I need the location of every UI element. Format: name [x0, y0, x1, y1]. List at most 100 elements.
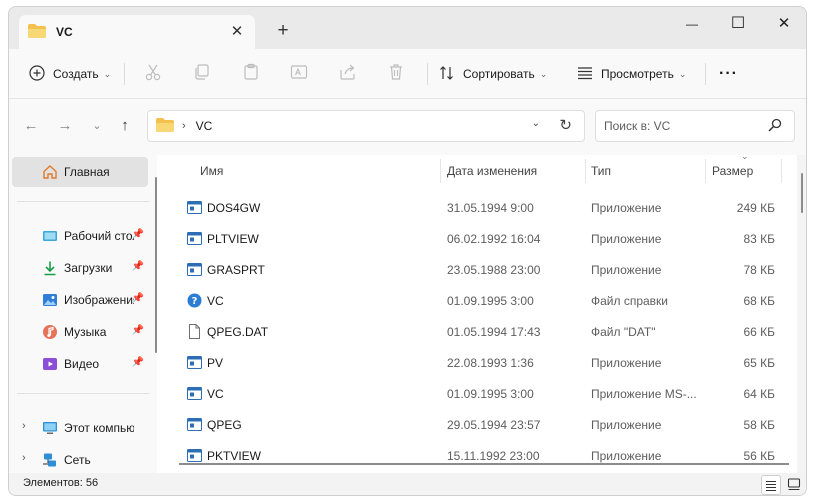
file-name: GRASPRT [207, 263, 265, 277]
create-label: Создать [53, 67, 99, 81]
app-icon [187, 355, 202, 370]
app-icon [187, 200, 202, 215]
breadcrumb-vc[interactable]: VC [196, 119, 213, 133]
table-row[interactable]: QPEG 29.05.1994 23:57 Приложение 58 КБ [185, 410, 785, 441]
sidebar-item-network[interactable]: › Сеть [12, 445, 148, 475]
file-name: VC [207, 294, 224, 308]
downloads-icon [42, 260, 58, 276]
sidebar-item-desktop[interactable]: Рабочий стол 📌 [12, 221, 148, 251]
tiles-view-button[interactable] [785, 475, 805, 495]
file-size: 78 КБ [743, 263, 775, 277]
app-icon [187, 386, 202, 401]
more-options-button[interactable]: ··· [719, 59, 738, 89]
sidebar-item-pictures[interactable]: Изображения 📌 [12, 285, 148, 315]
up-arrow-icon[interactable]: ↑ [113, 114, 137, 138]
file-type: Файл "DAT" [591, 325, 656, 339]
table-row[interactable]: ? VC 01.09.1995 3:00 Файл справки 68 КБ [185, 286, 785, 317]
sidebar-item-music[interactable]: Музыка 📌 [12, 317, 148, 347]
file-date: 15.11.1992 23:00 [447, 449, 540, 463]
tab-close-icon[interactable]: ✕ [227, 22, 247, 42]
column-header-type[interactable]: Тип [591, 155, 611, 187]
file-explorer-window: VC ✕ + — ☐ ✕ Создать ⌄ Сортировать ⌄ Про… [8, 6, 807, 496]
sort-label: Сортировать [463, 67, 535, 81]
file-date: 23.05.1988 23:00 [447, 263, 541, 277]
search-icon[interactable] [768, 118, 782, 135]
maximize-button[interactable]: ☐ [715, 9, 761, 39]
share-icon[interactable] [338, 62, 362, 86]
column-divider[interactable] [440, 159, 441, 183]
chevron-right-icon[interactable]: › [22, 452, 26, 464]
recent-locations-icon[interactable]: ⌄ [85, 114, 109, 138]
close-button[interactable]: ✕ [761, 9, 806, 39]
column-divider[interactable] [781, 159, 782, 183]
column-divider[interactable] [705, 159, 706, 183]
file-list: Имя Дата изменения Тип Размер ⌄ DOS4GW 3… [157, 151, 806, 473]
file-type: Приложение [591, 201, 662, 215]
forward-arrow-icon[interactable]: → [53, 114, 77, 138]
file-name: PKTVIEW [207, 449, 262, 463]
rename-icon[interactable] [289, 62, 313, 86]
this-pc-icon [42, 420, 58, 436]
cut-icon[interactable] [143, 62, 167, 86]
folder-icon [156, 117, 174, 135]
app-icon [187, 448, 202, 463]
sidebar-item-label: Этот компьютер [64, 421, 134, 435]
sidebar-item-this-pc[interactable]: › Этот компьютер [12, 413, 148, 443]
table-row[interactable]: PKTVIEW 15.11.1992 23:00 Приложение 56 К… [185, 441, 785, 472]
file-date: 01.09.1995 3:00 [447, 387, 534, 401]
column-header-name[interactable]: Имя [200, 155, 223, 187]
toolbar-divider [427, 63, 428, 85]
file-icon [187, 324, 202, 339]
address-dropdown-icon[interactable]: ⌄ [532, 118, 540, 129]
file-date: 06.02.1992 16:04 [447, 232, 541, 246]
copy-icon[interactable] [192, 62, 216, 86]
vertical-scrollbar-thumb[interactable] [801, 173, 803, 213]
address-bar[interactable]: › VC ⌄ ↻ [147, 110, 585, 142]
pin-icon[interactable]: 📌 [132, 357, 144, 368]
sidebar-divider [17, 393, 149, 394]
file-name: PV [207, 356, 224, 370]
file-size: 68 КБ [743, 294, 775, 308]
pin-icon[interactable]: 📌 [132, 293, 144, 304]
file-name: QPEG [207, 418, 242, 432]
chevron-right-icon[interactable]: › [22, 420, 26, 432]
folder-icon [28, 23, 46, 41]
table-row[interactable]: PLTVIEW 06.02.1992 16:04 Приложение 83 К… [185, 224, 785, 255]
tab-vc[interactable]: VC ✕ [19, 15, 255, 49]
title-bar: VC ✕ + — ☐ ✕ [9, 7, 806, 49]
file-type: Приложение [591, 449, 662, 463]
column-divider[interactable] [585, 159, 586, 183]
back-arrow-icon[interactable]: ← [19, 114, 43, 138]
file-date: 01.05.1994 17:43 [447, 325, 541, 339]
sidebar-item-home[interactable]: Главная [12, 157, 148, 187]
refresh-icon[interactable]: ↻ [559, 116, 572, 134]
sort-button[interactable]: Сортировать ⌄ [439, 59, 547, 89]
table-row[interactable]: PV 22.08.1993 1:36 Приложение 65 КБ [185, 348, 785, 379]
search-input[interactable] [604, 111, 764, 141]
table-row[interactable]: DOS4GW 31.05.1994 9:00 Приложение 249 КБ [185, 193, 785, 224]
toolbar-divider [705, 63, 706, 85]
table-row[interactable]: QPEG.DAT 01.05.1994 17:43 Файл "DAT" 66 … [185, 317, 785, 348]
table-row[interactable]: GRASPRT 23.05.1988 23:00 Приложение 78 К… [185, 255, 785, 286]
chevron-down-icon: ⌄ [103, 68, 112, 79]
horizontal-scrollbar-thumb[interactable] [179, 463, 789, 465]
pin-icon[interactable]: 📌 [132, 229, 144, 240]
search-box[interactable] [595, 110, 795, 142]
minimize-button[interactable]: — [669, 9, 715, 39]
new-tab-button[interactable]: + [271, 19, 295, 43]
details-view-button[interactable] [761, 475, 781, 495]
view-button[interactable]: Просмотреть ⌄ [577, 59, 686, 89]
address-row: ← → ⌄ ↑ › VC ⌄ ↻ [9, 99, 806, 155]
delete-icon[interactable] [386, 62, 410, 86]
sidebar-item-downloads[interactable]: Загрузки 📌 [12, 253, 148, 283]
create-button[interactable]: Создать ⌄ [29, 59, 111, 89]
pin-icon[interactable]: 📌 [132, 325, 144, 336]
sort-descending-icon: ⌄ [741, 151, 749, 161]
column-header-date[interactable]: Дата изменения [447, 155, 537, 187]
pin-icon[interactable]: 📌 [132, 261, 144, 272]
breadcrumb-chevron-icon[interactable]: › [182, 120, 186, 132]
sidebar-item-videos[interactable]: Видео 📌 [12, 349, 148, 379]
paste-icon[interactable] [241, 62, 265, 86]
sort-icon [439, 65, 455, 84]
table-row[interactable]: VC 01.09.1995 3:00 Приложение MS-... 64 … [185, 379, 785, 410]
